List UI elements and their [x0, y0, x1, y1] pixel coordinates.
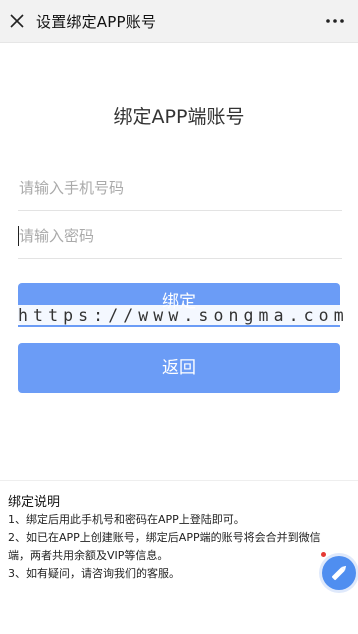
nav-bar: 设置绑定APP账号 [0, 0, 358, 43]
close-button[interactable] [8, 12, 26, 30]
phone-input[interactable] [18, 166, 342, 211]
page-title: 绑定APP端账号 [113, 106, 245, 128]
more-button[interactable] [324, 12, 346, 30]
section-divider [0, 480, 358, 481]
nav-title: 设置绑定APP账号 [36, 13, 157, 31]
notes-title: 绑定说明 [8, 495, 61, 510]
more-dots-icon [326, 19, 344, 23]
back-button[interactable]: 返回 [18, 343, 340, 393]
watermark-text: https://www.songma.com [18, 305, 348, 327]
close-icon [10, 14, 24, 28]
note-line-3: 3、如有疑问，请咨询我们的客服。 [8, 567, 180, 580]
edit-icon [331, 565, 347, 581]
password-input[interactable] [18, 214, 342, 259]
note-line-1: 1、绑定后用此手机号和密码在APP上登陆即可。 [8, 513, 245, 526]
text-cursor [18, 226, 19, 246]
note-line-2-continued: 端，两者共用余额及VIP等信息。 [8, 549, 169, 562]
floating-edit-button[interactable] [322, 556, 356, 590]
note-line-2: 2、如已在APP上创建账号，绑定后APP端的账号将会合并到微信 [8, 531, 321, 544]
notification-dot [321, 552, 326, 557]
watermark-underline [18, 325, 340, 327]
